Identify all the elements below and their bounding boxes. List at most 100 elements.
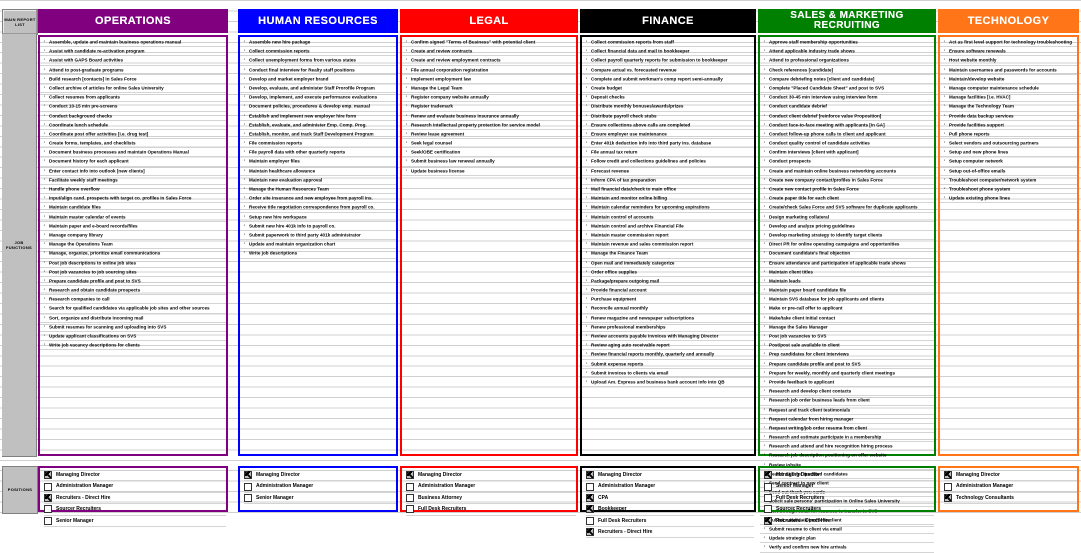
- checkbox-unchecked-icon[interactable]: [944, 482, 952, 491]
- position-row[interactable]: Managing Director: [406, 470, 576, 482]
- task-row[interactable]: · Conduct 10-15 min pre-screens: [40, 102, 226, 112]
- task-row[interactable]: · Maintain control of accounts: [582, 213, 754, 222]
- task-row[interactable]: · Manage computer maintenance schedule: [940, 84, 1077, 94]
- task-row[interactable]: · Attend applicable industry trade shows: [760, 47, 934, 57]
- task-row[interactable]: · Seek legal counsel: [402, 139, 576, 149]
- checkbox-checked-icon[interactable]: [406, 471, 414, 480]
- task-row[interactable]: · Follow credit and collections guideline…: [582, 157, 754, 167]
- task-row[interactable]: · Assist with candidate re-activation pro…: [40, 47, 226, 57]
- task-row[interactable]: · Enter contact info into outlook [new cl…: [40, 167, 226, 176]
- task-row[interactable]: · Create and maintain online business net…: [760, 167, 934, 176]
- task-row[interactable]: · Manage the Technology Team: [940, 102, 1077, 112]
- checkbox-checked-icon[interactable]: [586, 505, 594, 514]
- task-row[interactable]: · Attend to professional organizations: [760, 56, 934, 66]
- checkbox-unchecked-icon[interactable]: [44, 505, 52, 514]
- task-row[interactable]: · Maintain calendar reminders for upcomin…: [582, 203, 754, 213]
- task-row[interactable]: · Forecast revenue: [582, 167, 754, 176]
- task-row[interactable]: · Search for qualified candidates via app…: [40, 304, 226, 314]
- position-row[interactable]: Full Desk Recruiters: [586, 516, 754, 527]
- task-row[interactable]: · Manage, organize, prioritize email comm…: [40, 249, 226, 259]
- task-row[interactable]: · Maintain usernames and passwords for ac…: [940, 66, 1077, 75]
- checkbox-checked-icon[interactable]: [586, 493, 594, 502]
- task-row[interactable]: · Sort, organize and distribute incoming …: [40, 314, 226, 323]
- task-row[interactable]: · Compare actual vs. forecasted revenue: [582, 66, 754, 75]
- position-row[interactable]: Managing Director: [44, 470, 226, 482]
- checkbox-unchecked-icon[interactable]: [244, 493, 252, 502]
- task-row[interactable]: · Renew professional memberships: [582, 323, 754, 332]
- task-row[interactable]: · Maintain control and archive Financial …: [582, 222, 754, 231]
- task-row[interactable]: · File payroll data with other quarterly …: [240, 148, 396, 158]
- task-row[interactable]: · Compare debriefing notes [client and ca…: [760, 75, 934, 84]
- task-row[interactable]: · Collect financial data and mail to book…: [582, 47, 754, 57]
- checkbox-unchecked-icon[interactable]: [764, 493, 772, 502]
- task-row[interactable]: · Provide feedback to applicant: [760, 378, 934, 388]
- task-row[interactable]: · Make or pre-call offer to applicant: [760, 304, 934, 314]
- task-row[interactable]: · File annual corporation registration: [402, 66, 576, 75]
- task-row[interactable]: · Input/align cand. prospects with target…: [40, 194, 226, 204]
- task-row[interactable]: · Verify and confirm new hire arrivals: [760, 543, 934, 553]
- task-row[interactable]: · Develop marketing strategy to identify …: [760, 231, 934, 241]
- task-row[interactable]: · Renew magazine and newspaper subscripti…: [582, 314, 754, 323]
- position-row[interactable]: Administration Manager: [244, 481, 396, 493]
- task-row[interactable]: · Collect commission reports from staff: [582, 38, 754, 48]
- checkbox-unchecked-icon[interactable]: [244, 482, 252, 491]
- task-row[interactable]: · Establish, monitor, and track Staff Dev…: [240, 130, 396, 140]
- task-row[interactable]: · Ensure collections above calls are comp…: [582, 121, 754, 130]
- task-row[interactable]: · Maintain/develop website: [940, 75, 1077, 84]
- task-row[interactable]: · Update strategic plan: [760, 534, 934, 544]
- task-row[interactable]: · File annual tax return: [582, 148, 754, 158]
- task-row[interactable]: · Conduct background checks: [40, 112, 226, 121]
- task-row[interactable]: · Purchase equipment: [582, 295, 754, 305]
- checkbox-checked-icon[interactable]: [586, 528, 594, 537]
- task-row[interactable]: · Document candidate's final objection: [760, 249, 934, 259]
- checkbox-unchecked-icon[interactable]: [586, 516, 594, 525]
- task-row[interactable]: · Select vendors and outsourcing partners: [940, 139, 1077, 149]
- task-row[interactable]: · Assemble new hire package: [240, 38, 396, 48]
- task-row[interactable]: · Handle phone overflow: [40, 185, 226, 195]
- task-row[interactable]: · Develop, implement, and execute perform…: [240, 93, 396, 103]
- task-row[interactable]: · Assist with GAPS Board activities: [40, 56, 226, 66]
- checkbox-unchecked-icon[interactable]: [406, 482, 414, 491]
- task-row[interactable]: · Document business processes and maintai…: [40, 148, 226, 158]
- task-row[interactable]: · Distribute payroll check stubs: [582, 112, 754, 121]
- task-row[interactable]: · Order site insurance and new employee f…: [240, 194, 396, 204]
- position-row[interactable]: Administration Manager: [944, 481, 1077, 493]
- task-row[interactable]: · Coordinate lunch schedule: [40, 121, 226, 130]
- task-row[interactable]: · Collect payroll quarterly reports for s…: [582, 56, 754, 66]
- task-row[interactable]: · Develop and market employer brand: [240, 75, 396, 84]
- task-row[interactable]: · Research companies to call: [40, 295, 226, 305]
- task-row[interactable]: · Maintain master calendar of events: [40, 213, 226, 222]
- task-row[interactable]: · Confirm interviews [client with applica…: [760, 148, 934, 158]
- task-row[interactable]: · Document policies, procedures & develop…: [240, 102, 396, 112]
- task-row[interactable]: · Research and estimate participate in a …: [760, 433, 934, 443]
- task-row[interactable]: · Provide facilities support: [940, 121, 1077, 130]
- task-row[interactable]: · Setup out-of-office emails: [940, 167, 1077, 176]
- position-row[interactable]: Senior Manager: [764, 481, 934, 493]
- task-row[interactable]: · Setup computer network: [940, 157, 1077, 167]
- position-row[interactable]: Bookkeeper: [586, 504, 754, 516]
- task-row[interactable]: · Create new contact profile in Sales For…: [760, 185, 934, 195]
- position-row[interactable]: Administration Manager: [406, 481, 576, 493]
- task-row[interactable]: · Design marketing collateral: [760, 213, 934, 222]
- task-row[interactable]: · Request and track client testimonials: [760, 406, 934, 415]
- task-row[interactable]: · Manage facilities [i.e. HVAC]: [940, 93, 1077, 103]
- task-row[interactable]: · Post job descriptions to online job sit…: [40, 259, 226, 268]
- task-row[interactable]: · Collect resumes from applicants: [40, 93, 226, 103]
- position-row[interactable]: Recruiters - Direct Hire: [586, 527, 754, 539]
- task-row[interactable]: · Check references [candidate]: [760, 66, 934, 75]
- task-row[interactable]: · Implement employment law: [402, 75, 576, 84]
- task-row[interactable]: · Submit new hire 401k info to payroll co…: [240, 222, 396, 231]
- task-row[interactable]: · Maintain paper board candidate file: [760, 286, 934, 296]
- task-row[interactable]: · Submit resumes for scanning and uploadi…: [40, 323, 226, 332]
- position-row[interactable]: Managing Director: [586, 470, 754, 482]
- task-row[interactable]: · Post job vacancies to job sourcing site…: [40, 268, 226, 277]
- task-row[interactable]: · Setup new hire workspace: [240, 213, 396, 222]
- task-row[interactable]: · Receive title negotiation correspondenc…: [240, 203, 396, 213]
- task-row[interactable]: · Manage the Legal Team: [402, 84, 576, 94]
- task-row[interactable]: · Maintain healthcare allowance: [240, 167, 396, 176]
- task-row[interactable]: · Create/check Sales Force and SVS softwa…: [760, 203, 934, 213]
- task-row[interactable]: · Research intellectual property protecti…: [402, 121, 576, 130]
- checkbox-checked-icon[interactable]: [764, 516, 772, 525]
- task-row[interactable]: · Request writing/job order resume from c…: [760, 424, 934, 434]
- task-row[interactable]: · Conduct final interview for Realty staf…: [240, 66, 396, 75]
